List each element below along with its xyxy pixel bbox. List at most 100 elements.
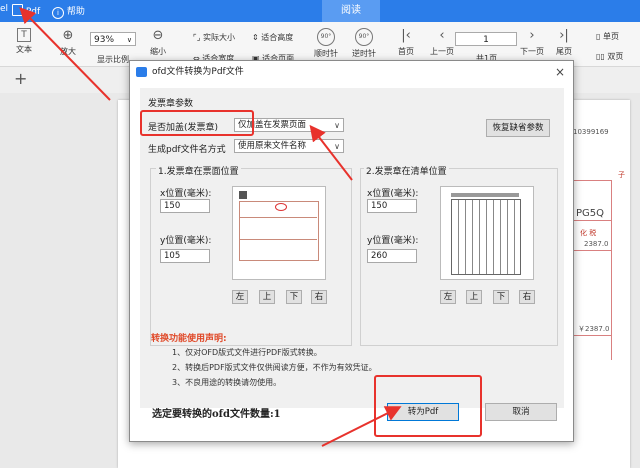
rotate-cw-icon: 90° — [317, 28, 335, 46]
group2-title: 2.发票章在清单位置 — [364, 164, 449, 177]
app-icon — [136, 67, 147, 77]
actual-size-icon: ⌜⌟ — [193, 33, 201, 42]
preview-invoice-row — [239, 217, 317, 218]
note-line-3: 3、不良用途的转换请勿使用。 — [172, 378, 282, 387]
group1-y-label: y位置(毫米): — [160, 236, 212, 246]
first-page-icon: |‹ — [401, 28, 411, 43]
group2-x-label: x位置(毫米): — [367, 189, 419, 199]
dialog-titlebar: ofd文件转换为Pdf文件 × — [130, 61, 573, 83]
zoom-out-icon: ⊖ — [152, 28, 164, 43]
rotate-cw-label: 顺时针 — [314, 49, 338, 58]
prev-page-button[interactable]: ‹ 上一页 — [430, 28, 454, 57]
dialog-panel: 发票章参数 是否加盖(发票章) 仅加盖在发票页面 ∨ 生成pdf文件名方式 使用… — [140, 88, 564, 408]
zoom-out-button[interactable]: ⊖ 缩小 — [150, 28, 166, 57]
zoom-value: 93% — [94, 35, 115, 45]
zoom-in-button[interactable]: ⊕ 放大 — [60, 28, 76, 57]
group2-down-button[interactable]: 下 — [493, 290, 509, 304]
menu-fragment[interactable]: el — [0, 4, 8, 14]
actual-size-label: 实际大小 — [203, 33, 236, 42]
rotate-ccw-label: 逆时针 — [352, 49, 376, 58]
invoice-border-line — [572, 250, 612, 251]
single-page-icon: ▯ — [596, 32, 601, 41]
group1-down-button[interactable]: 下 — [286, 290, 302, 304]
fit-height-icon: ⇕ — [252, 33, 259, 42]
filename-select[interactable]: 使用原来文件名称 ∨ — [234, 139, 344, 153]
filename-label: 生成pdf文件名方式 — [148, 145, 226, 155]
group2-y-label: y位置(毫米): — [367, 236, 419, 246]
last-page-label: 尾页 — [556, 47, 572, 56]
rotate-ccw-icon: 90° — [355, 28, 373, 46]
text-tool-label: 文本 — [16, 45, 32, 54]
fit-height-label: 适合高度 — [261, 33, 294, 42]
last-page-button[interactable]: ›| 尾页 — [556, 28, 572, 57]
display-ratio-label: 显示比例 — [97, 55, 129, 64]
preview-qr-code — [239, 191, 247, 199]
group2-left-button[interactable]: 左 — [440, 290, 456, 304]
group1-right-button[interactable]: 右 — [311, 290, 327, 304]
chevron-down-icon: ∨ — [334, 121, 340, 130]
fit-height-button[interactable]: ⇕ 适合高度 — [252, 32, 293, 43]
stamp-option-highlight — [140, 110, 254, 136]
text-icon: T — [17, 28, 31, 42]
group1-up-button[interactable]: 上 — [259, 290, 275, 304]
add-tab-button[interactable]: + — [14, 69, 27, 88]
section-title: 发票章参数 — [148, 99, 194, 109]
dialog-title: ofd文件转换为Pdf文件 — [152, 67, 244, 77]
chevron-down-icon: ∨ — [126, 36, 132, 44]
single-page-label: 单页 — [602, 32, 619, 41]
invoice-border-line — [572, 180, 612, 181]
text-tool-button[interactable]: T 文本 — [16, 28, 32, 55]
notes-title: 转换功能使用声明: — [151, 334, 227, 344]
info-icon: i — [52, 7, 64, 19]
help-menu[interactable]: i 帮助 — [52, 4, 85, 19]
preview-list-header — [451, 193, 519, 197]
actual-size-button[interactable]: ⌜⌟ 实际大小 — [193, 32, 235, 43]
preview-stamp — [275, 203, 287, 211]
last-page-icon: ›| — [559, 28, 569, 43]
tab-read[interactable]: 阅读 — [322, 0, 380, 22]
group2-right-button[interactable]: 右 — [519, 290, 535, 304]
restore-defaults-button[interactable]: 恢复缺省参数 — [486, 119, 550, 137]
close-icon[interactable]: × — [555, 61, 565, 83]
invoice-number: 10399169 — [573, 128, 609, 136]
invoice-border-line — [572, 335, 612, 336]
group2-up-button[interactable]: 上 — [466, 290, 482, 304]
group1-x-label: x位置(毫米): — [160, 189, 212, 199]
rotate-counterclockwise-button[interactable]: 90° 逆时针 — [352, 28, 376, 59]
invoice-red-text: 化 税 — [580, 229, 597, 237]
preview-invoice-row — [239, 239, 317, 240]
group1-title: 1.发票章在票面位置 — [156, 164, 241, 177]
note-line-1: 1、仅对OFD版式文件进行PDF版式转换。 — [172, 348, 322, 357]
double-page-button[interactable]: ▯▯ 双页 — [596, 51, 623, 62]
zoom-in-icon: ⊕ — [62, 28, 74, 43]
first-page-label: 首页 — [398, 47, 414, 56]
chevron-down-icon: ∨ — [334, 142, 340, 151]
file-count-label: 选定要转换的ofd文件数量:1 — [152, 409, 281, 420]
double-page-icon: ▯▯ — [596, 52, 605, 61]
group1-x-input[interactable]: 150 — [160, 199, 210, 213]
next-page-label: 下一页 — [520, 47, 544, 56]
next-page-button[interactable]: › 下一页 — [520, 28, 544, 57]
group1-y-input[interactable]: 105 — [160, 249, 210, 263]
invoice-border-line — [572, 220, 612, 221]
cancel-button[interactable]: 取消 — [485, 403, 557, 421]
invoice-preview — [232, 186, 326, 280]
page-number-input[interactable]: 1 — [455, 32, 517, 46]
invoice-border-line — [611, 180, 612, 360]
zoom-select[interactable]: 93% ∨ — [90, 32, 136, 46]
single-page-button[interactable]: ▯ 单页 — [596, 31, 619, 42]
pdf-icon — [12, 4, 23, 16]
group2-y-input[interactable]: 260 — [367, 249, 417, 263]
pdf-menu[interactable]: Pdf — [12, 4, 40, 17]
list-preview — [440, 186, 534, 280]
double-page-label: 双页 — [607, 52, 624, 61]
note-line-2: 2、转换后PDF版式文件仅供阅读方便，不作为有效凭证。 — [172, 363, 377, 372]
group1-left-button[interactable]: 左 — [232, 290, 248, 304]
invoice-code: PG5Q — [576, 208, 605, 219]
preview-list-table — [451, 199, 521, 275]
group2-x-input[interactable]: 150 — [367, 199, 417, 213]
rotate-clockwise-button[interactable]: 90° 顺时针 — [314, 28, 338, 59]
filename-select-value: 使用原来文件名称 — [238, 141, 307, 151]
chevron-left-icon: ‹ — [439, 28, 445, 43]
first-page-button[interactable]: |‹ 首页 — [398, 28, 414, 57]
